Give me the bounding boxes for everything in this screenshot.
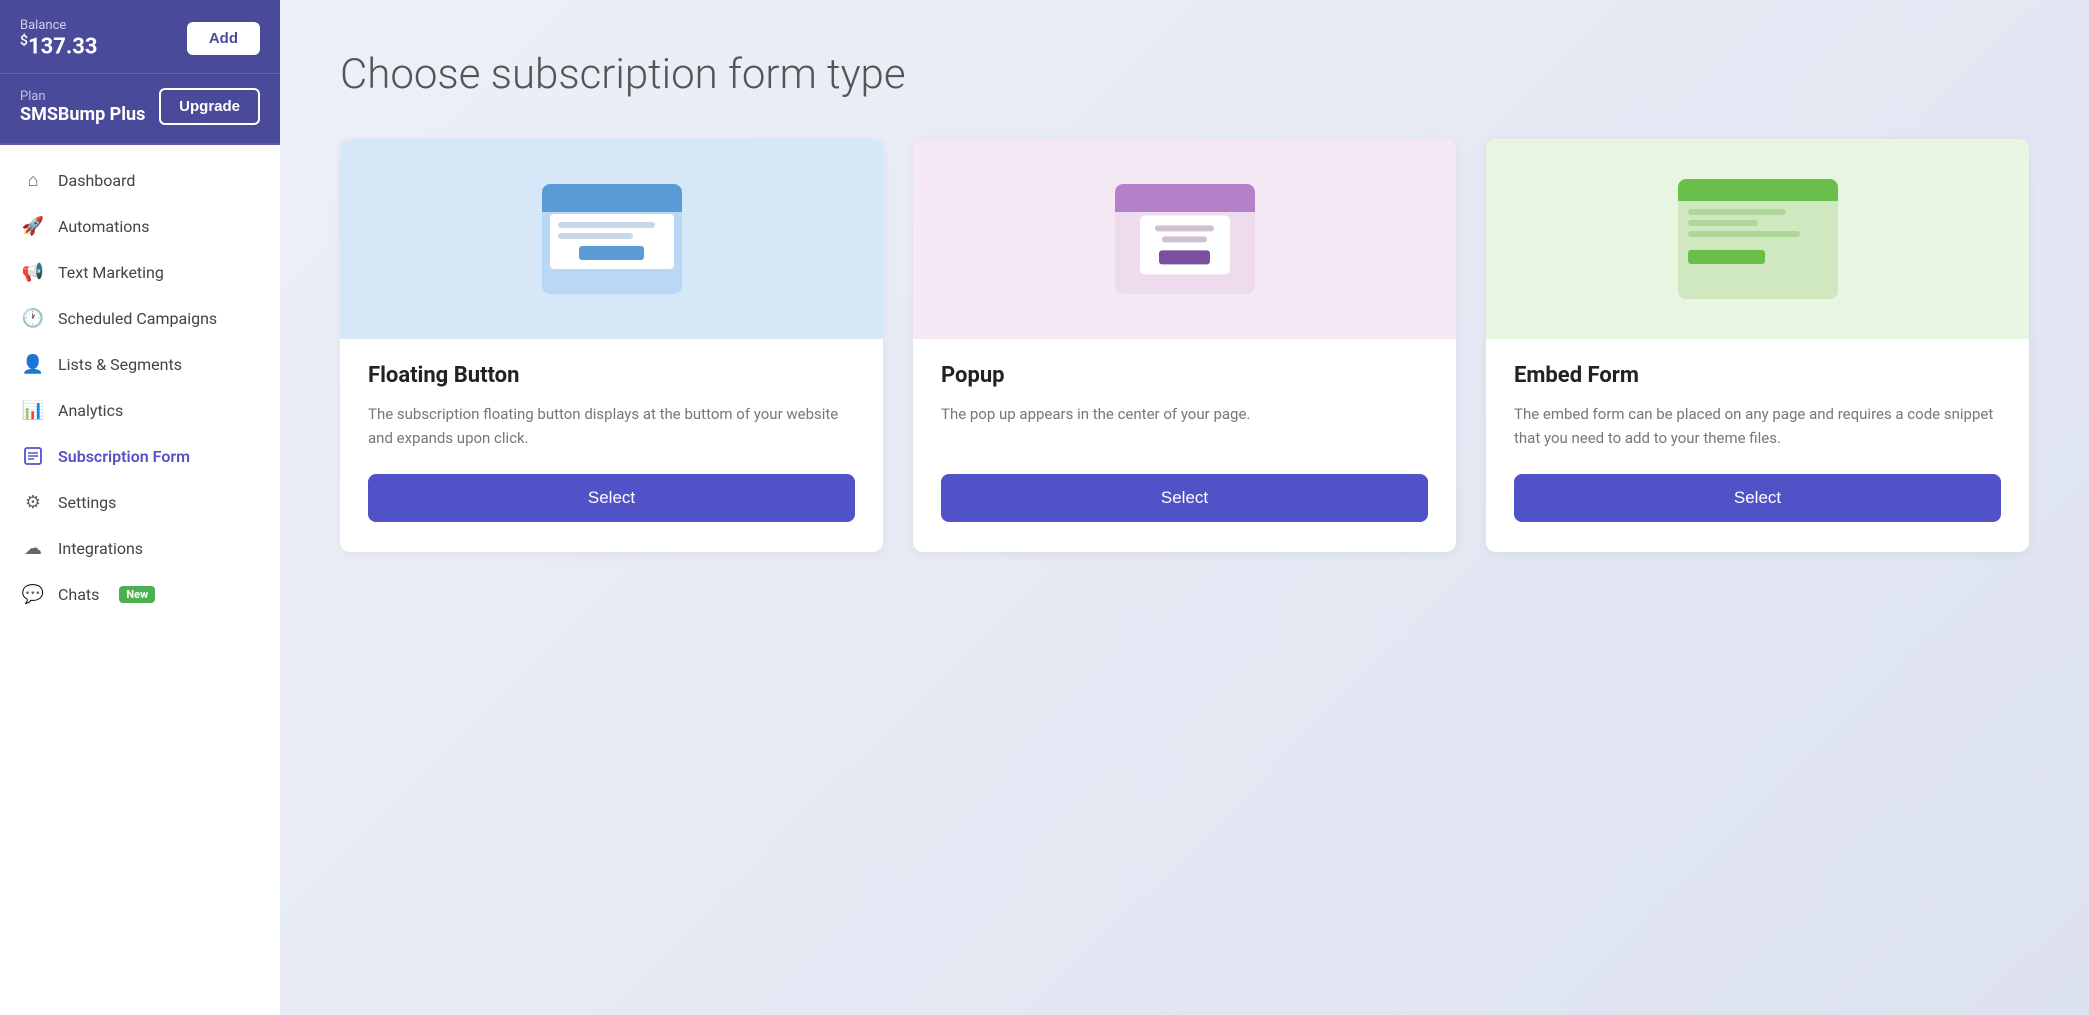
page-title: Choose subscription form type bbox=[340, 50, 2029, 99]
sidebar-item-label: Settings bbox=[58, 493, 116, 512]
embed-form-title: Embed Form bbox=[1514, 363, 2001, 388]
sidebar-item-scheduled-campaigns[interactable]: 🕐 Scheduled Campaigns bbox=[0, 295, 280, 341]
embed-form-select[interactable]: Select bbox=[1514, 474, 2001, 522]
sidebar-item-dashboard[interactable]: ⌂ Dashboard bbox=[0, 157, 280, 203]
sidebar: Balance $137.33 Add Plan SMSBump Plus Up… bbox=[0, 0, 280, 1015]
floating-button-content: Floating Button The subscription floatin… bbox=[340, 363, 883, 522]
sidebar-balance-section: Balance $137.33 Add bbox=[0, 0, 280, 74]
popup-preview-image bbox=[1115, 184, 1255, 294]
megaphone-icon: 📢 bbox=[22, 261, 44, 283]
plan-info: Plan SMSBump Plus bbox=[20, 89, 145, 125]
sidebar-item-automations[interactable]: 🚀 Automations bbox=[0, 203, 280, 249]
sidebar-item-label: Lists & Segments bbox=[58, 355, 182, 374]
embed-form-preview bbox=[1486, 139, 2029, 339]
popup-select[interactable]: Select bbox=[941, 474, 1428, 522]
chat-icon: 💬 bbox=[22, 583, 44, 605]
clock-icon: 🕐 bbox=[22, 307, 44, 329]
popup-preview bbox=[913, 139, 1456, 339]
sidebar-item-analytics[interactable]: 📊 Analytics bbox=[0, 387, 280, 433]
new-badge: New bbox=[119, 586, 155, 603]
embed-preview-image bbox=[1678, 179, 1838, 299]
popup-title: Popup bbox=[941, 363, 1428, 388]
form-type-cards: Floating Button The subscription floatin… bbox=[340, 139, 2029, 552]
embed-form-card: Embed Form The embed form can be placed … bbox=[1486, 139, 2029, 552]
floating-button-card: Floating Button The subscription floatin… bbox=[340, 139, 883, 552]
plan-label: Plan bbox=[20, 89, 145, 104]
floating-button-preview bbox=[340, 139, 883, 339]
home-icon: ⌂ bbox=[22, 169, 44, 191]
floating-button-title: Floating Button bbox=[368, 363, 855, 388]
balance-amount: $137.33 bbox=[20, 33, 97, 59]
bar-chart-icon: 📊 bbox=[22, 399, 44, 421]
sidebar-item-label: Scheduled Campaigns bbox=[58, 309, 217, 328]
sidebar-item-label: Analytics bbox=[58, 401, 123, 420]
sidebar-item-label: Text Marketing bbox=[58, 263, 164, 282]
popup-content: Popup The pop up appears in the center o… bbox=[913, 363, 1456, 522]
sidebar-item-label: Integrations bbox=[58, 539, 143, 558]
rocket-icon: 🚀 bbox=[22, 215, 44, 237]
sidebar-item-lists-segments[interactable]: 👤 Lists & Segments bbox=[0, 341, 280, 387]
gear-icon: ⚙ bbox=[22, 491, 44, 513]
floating-button-description: The subscription floating button display… bbox=[368, 402, 855, 450]
sidebar-item-text-marketing[interactable]: 📢 Text Marketing bbox=[0, 249, 280, 295]
cloud-icon: ☁ bbox=[22, 537, 44, 559]
sidebar-item-label: Chats bbox=[58, 585, 99, 604]
balance-info: Balance $137.33 bbox=[20, 18, 97, 59]
sidebar-item-label: Automations bbox=[58, 217, 149, 236]
embed-form-description: The embed form can be placed on any page… bbox=[1514, 402, 2001, 450]
main-content: Choose subscription form type bbox=[280, 0, 2089, 1015]
sidebar-item-label: Dashboard bbox=[58, 171, 135, 190]
sidebar-item-label: Subscription Form bbox=[58, 447, 190, 466]
popup-card: Popup The pop up appears in the center o… bbox=[913, 139, 1456, 552]
sidebar-nav: ⌂ Dashboard 🚀 Automations 📢 Text Marketi… bbox=[0, 145, 280, 1015]
sidebar-item-integrations[interactable]: ☁ Integrations bbox=[0, 525, 280, 571]
sidebar-plan-section: Plan SMSBump Plus Upgrade bbox=[0, 74, 280, 145]
embed-form-content: Embed Form The embed form can be placed … bbox=[1486, 363, 2029, 522]
plan-name: SMSBump Plus bbox=[20, 104, 145, 125]
sidebar-item-subscription-form[interactable]: Subscription Form bbox=[0, 433, 280, 479]
sidebar-item-settings[interactable]: ⚙ Settings bbox=[0, 479, 280, 525]
upgrade-button[interactable]: Upgrade bbox=[159, 88, 260, 125]
sidebar-item-chats[interactable]: 💬 Chats New bbox=[0, 571, 280, 617]
add-balance-button[interactable]: Add bbox=[187, 22, 260, 55]
balance-label: Balance bbox=[20, 18, 97, 33]
form-icon bbox=[22, 445, 44, 467]
person-icon: 👤 bbox=[22, 353, 44, 375]
floating-preview-image bbox=[542, 184, 682, 294]
popup-description: The pop up appears in the center of your… bbox=[941, 402, 1428, 450]
currency-symbol: $ bbox=[20, 33, 28, 49]
floating-button-select[interactable]: Select bbox=[368, 474, 855, 522]
